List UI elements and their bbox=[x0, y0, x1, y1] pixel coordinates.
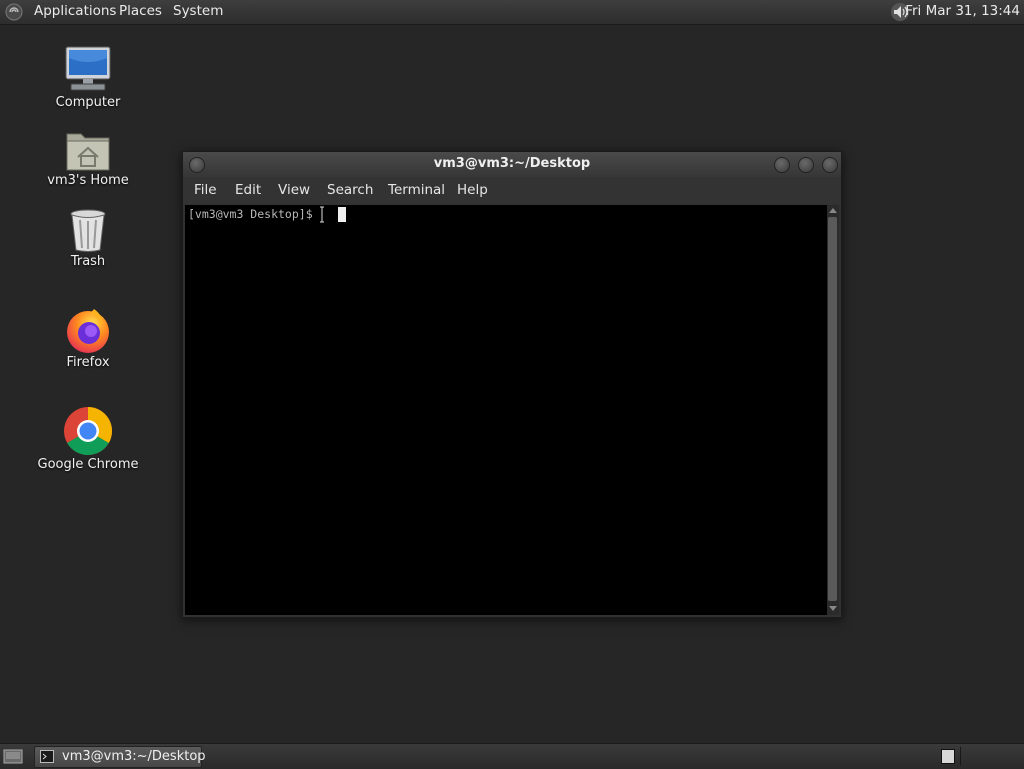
desktop-icon-home[interactable]: vm3's Home bbox=[33, 128, 143, 188]
desktop-icon-trash[interactable]: Trash bbox=[33, 208, 143, 269]
trash-can-icon bbox=[70, 209, 106, 252]
clock[interactable]: Fri Mar 31, 13:44 bbox=[905, 0, 1020, 22]
desktop-icon-label: vm3's Home bbox=[47, 173, 129, 188]
terminal-output[interactable]: [vm3@vm3 Desktop]$ bbox=[185, 205, 827, 615]
gnome-foot-icon[interactable] bbox=[5, 3, 23, 21]
menu-applications[interactable]: Applications bbox=[34, 0, 116, 24]
workspace-switcher-active[interactable] bbox=[941, 749, 955, 764]
firefox-icon bbox=[67, 309, 109, 353]
menu-help[interactable]: Help bbox=[457, 177, 488, 203]
terminal-scrollbar[interactable] bbox=[827, 205, 839, 615]
maximize-button[interactable] bbox=[798, 157, 814, 173]
terminal-icon bbox=[40, 750, 54, 763]
computer-monitor-icon bbox=[65, 46, 111, 91]
desktop-icon-computer[interactable]: Computer bbox=[33, 46, 143, 110]
window-title: vm3@vm3:~/Desktop bbox=[433, 156, 591, 171]
window-titlebar[interactable]: vm3@vm3:~/Desktop bbox=[183, 152, 841, 177]
taskbar-window-label: vm3@vm3:~/Desktop bbox=[62, 749, 206, 764]
menu-view[interactable]: View bbox=[278, 177, 310, 203]
bottom-panel: vm3@vm3:~/Desktop bbox=[0, 743, 1024, 769]
taskbar-window-button[interactable]: vm3@vm3:~/Desktop bbox=[34, 746, 206, 768]
home-folder-icon bbox=[66, 133, 110, 171]
desktop-icon-label: Firefox bbox=[66, 355, 110, 370]
menu-terminal[interactable]: Terminal bbox=[388, 177, 445, 203]
menu-system[interactable]: System bbox=[173, 0, 223, 24]
menu-edit[interactable]: Edit bbox=[235, 177, 261, 203]
scroll-thumb[interactable] bbox=[828, 217, 837, 601]
scroll-down-icon[interactable] bbox=[829, 606, 837, 611]
workspace-switcher-inactive[interactable] bbox=[960, 747, 1021, 765]
desktop-icon-label: Google Chrome bbox=[37, 457, 139, 472]
scroll-up-icon[interactable] bbox=[829, 208, 837, 213]
desktop-icon-label: Computer bbox=[55, 95, 121, 110]
minimize-button[interactable] bbox=[774, 157, 790, 173]
terminal-menubar: File Edit View Search Terminal Help bbox=[183, 177, 841, 204]
show-desktop-icon[interactable] bbox=[3, 748, 23, 765]
shell-prompt: [vm3@vm3 Desktop]$ bbox=[188, 207, 320, 221]
desktop-icon-chrome[interactable]: Google Chrome bbox=[33, 406, 143, 472]
terminal-window[interactable]: vm3@vm3:~/Desktop File Edit View Search … bbox=[182, 151, 842, 618]
text-cursor bbox=[338, 207, 346, 222]
desktop-icon-firefox[interactable]: Firefox bbox=[33, 306, 143, 370]
menu-file[interactable]: File bbox=[194, 177, 217, 203]
chrome-icon bbox=[64, 407, 113, 456]
menu-search[interactable]: Search bbox=[327, 177, 373, 203]
top-panel: Applications Places System Fri Mar 31, 1… bbox=[0, 0, 1024, 25]
close-button[interactable] bbox=[822, 157, 838, 173]
desktop-icon-label: Trash bbox=[70, 254, 106, 269]
menu-places[interactable]: Places bbox=[119, 0, 162, 24]
ibeam-pointer-icon bbox=[320, 206, 324, 223]
